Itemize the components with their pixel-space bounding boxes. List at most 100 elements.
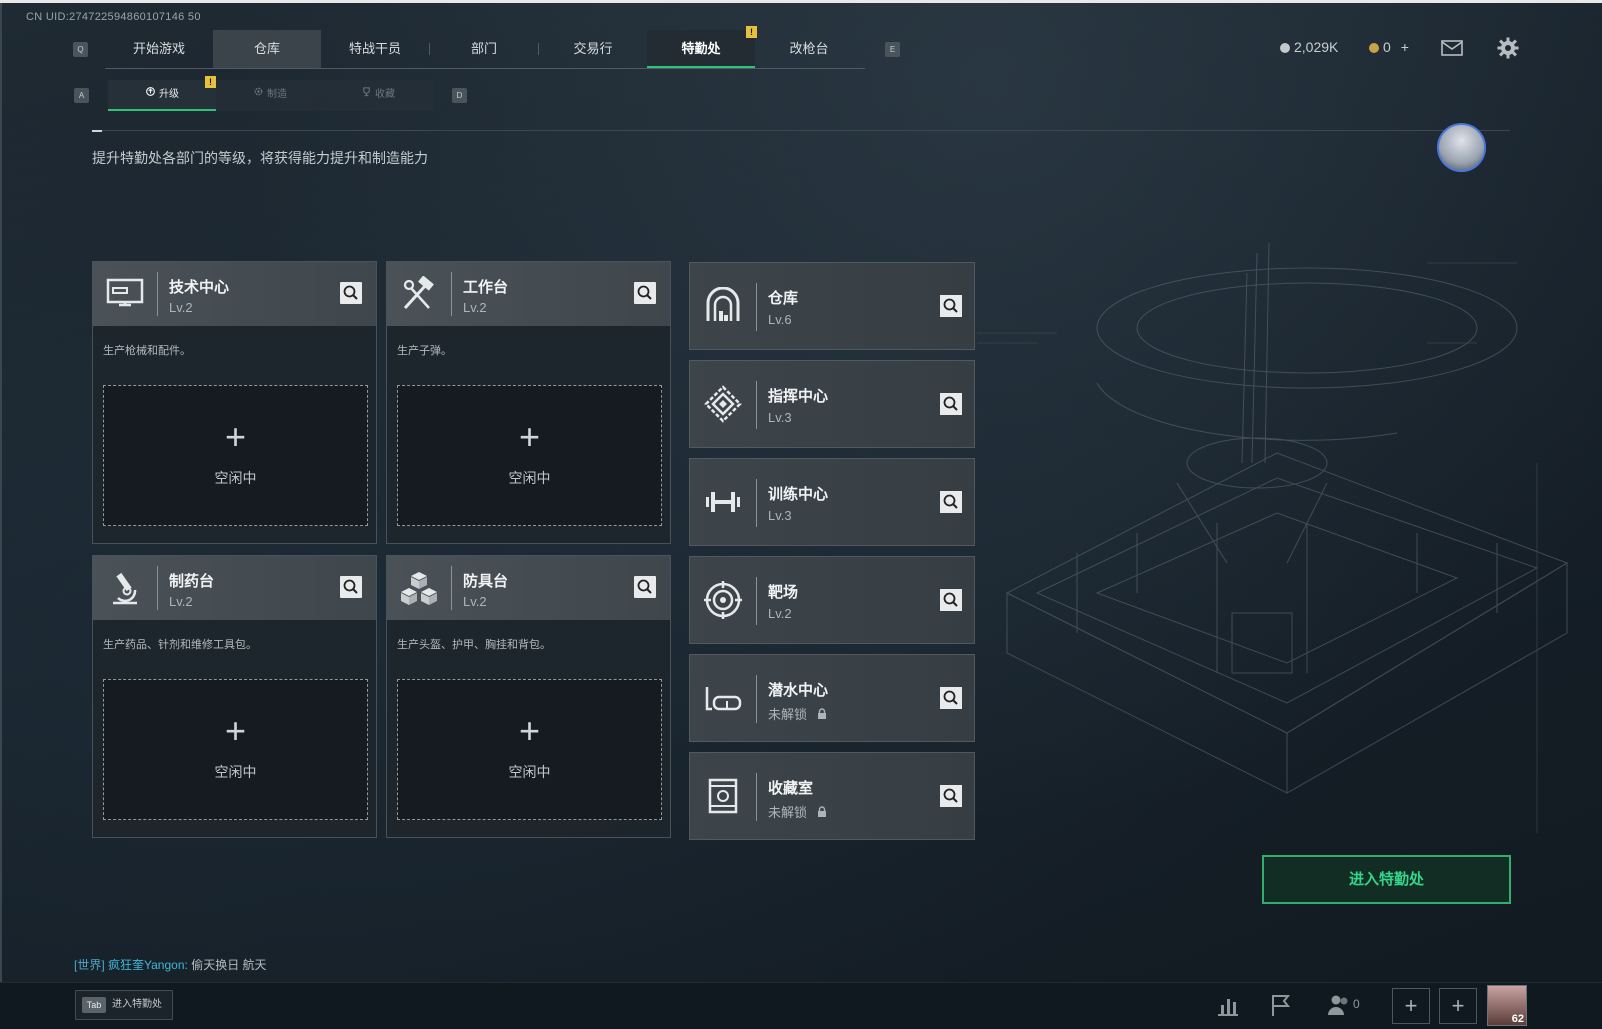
computer-icon — [106, 278, 144, 307]
tab-key: Tab — [82, 997, 106, 1013]
search-icon[interactable] — [940, 393, 962, 415]
settings-gear-icon[interactable] — [1497, 37, 1519, 59]
stats-chart-icon[interactable] — [1215, 992, 1241, 1018]
facility-name: 收藏室 — [768, 780, 814, 797]
subtab-upgrade[interactable]: 升级 — [108, 80, 216, 111]
facility-card-workbench[interactable]: 工作台 Lv.2 生产子弹。 + 空闲中 — [386, 261, 671, 544]
goggles-icon — [705, 687, 742, 711]
facility-name: 潜水中心 — [768, 682, 829, 699]
player-level: 62 — [1511, 1013, 1524, 1025]
facility-level: Lv.2 — [463, 300, 487, 315]
tab-departments[interactable]: 部门 — [430, 30, 538, 68]
facility-level: 未解锁 — [768, 805, 808, 820]
facility-level: Lv.2 — [169, 300, 193, 315]
facility-card-collection-room[interactable]: 收藏室 未解锁 — [689, 752, 975, 840]
search-icon[interactable] — [634, 282, 656, 304]
facility-description: 生产子弹。 — [397, 345, 452, 357]
header-divider-tick — [92, 130, 102, 132]
friends-icon[interactable] — [1326, 992, 1352, 1018]
mail-icon[interactable] — [1441, 40, 1463, 56]
gold-coin-icon — [1369, 43, 1379, 53]
search-icon[interactable] — [940, 785, 962, 807]
flag-icon[interactable] — [1268, 992, 1294, 1018]
tab-special-ops[interactable]: 特勤处 — [647, 30, 755, 68]
nav-prev-key-hint[interactable]: Q — [73, 42, 88, 57]
plus-icon: + — [224, 710, 247, 751]
player-avatar[interactable]: 62 — [1487, 985, 1527, 1026]
facility-card-pharmacy[interactable]: 制药台 Lv.2 生产药品、针剂和维修工具包。 + 空闲中 — [92, 555, 377, 838]
subnav-prev-key-hint[interactable]: A — [74, 88, 89, 103]
gold-add-button[interactable]: + — [1401, 39, 1409, 55]
facility-card-warehouse[interactable]: 仓库 Lv.6 — [689, 262, 975, 350]
facility-card-tech-center[interactable]: 技术中心 Lv.2 生产枪械和配件。 + 空闲中 — [92, 261, 377, 544]
card-divider — [451, 566, 452, 610]
subnav-next-key-hint[interactable]: D — [452, 88, 467, 103]
slot-status: 空闲中 — [214, 764, 257, 780]
base-schematic-art — [977, 242, 1569, 833]
chat-text: 偷天换日 航天 — [191, 958, 267, 972]
facility-level: Lv.2 — [463, 594, 487, 609]
plus-icon: + — [518, 710, 541, 751]
special-ops-alert-badge: ! — [746, 26, 757, 38]
card-divider — [756, 479, 757, 527]
page-description: 提升特勤处各部门的等级，将获得能力提升和制造能力 — [92, 150, 428, 166]
card-divider — [756, 577, 757, 625]
header-divider — [92, 130, 1510, 131]
gear-icon — [253, 80, 264, 110]
production-slot[interactable]: + 空闲中 — [103, 385, 368, 526]
facility-lock-status: 未解锁 — [768, 802, 827, 821]
search-icon[interactable] — [940, 295, 962, 317]
tab-key-hint-label: 进入特勤处 — [112, 999, 162, 1010]
cubes-icon — [401, 572, 437, 605]
tab-warehouse[interactable]: 仓库 — [213, 30, 321, 68]
search-icon[interactable] — [340, 576, 362, 598]
world-chat-message[interactable]: [世界] 疯狂奎Yangon: 偷天换日 航天 — [74, 956, 267, 973]
enter-special-ops-button[interactable]: 进入特勤处 — [1262, 855, 1511, 904]
lock-icon — [817, 806, 826, 817]
card-divider — [756, 675, 757, 723]
production-slot[interactable]: + 空闲中 — [397, 679, 662, 820]
facility-lock-status: 未解锁 — [768, 704, 827, 723]
add-squad-slot-button[interactable]: + — [1439, 988, 1477, 1024]
production-slot[interactable]: + 空闲中 — [397, 385, 662, 526]
tab-operators[interactable]: 特战干员 — [321, 30, 429, 68]
facility-card-training-center[interactable]: 训练中心 Lv.3 — [689, 458, 975, 546]
facility-card-command-center[interactable]: 指挥中心 Lv.3 — [689, 360, 975, 448]
tab-gunsmith[interactable]: 改枪台 — [755, 30, 863, 68]
player-uid: CN UID:274722594860107146 50 — [26, 11, 201, 23]
facility-name: 训练中心 — [768, 486, 829, 503]
warehouse-icon — [706, 287, 740, 321]
facility-card-diving-center[interactable]: 潜水中心 未解锁 — [689, 654, 975, 742]
facility-name: 仓库 — [768, 290, 799, 307]
card-divider — [157, 272, 158, 316]
tab-trading[interactable]: 交易行 — [539, 30, 647, 68]
facility-card-shooting-range[interactable]: 靶场 Lv.2 — [689, 556, 975, 644]
facility-description: 生产枪械和配件。 — [103, 345, 191, 357]
silver-amount: 2,029K — [1294, 39, 1339, 55]
subtab-craft[interactable]: 制造 — [216, 80, 324, 111]
sub-nav: 升级 制造 收藏 — [108, 80, 434, 111]
search-icon[interactable] — [940, 687, 962, 709]
tab-key-hint[interactable]: Tab 进入特勤处 — [75, 990, 173, 1020]
subtab-collection[interactable]: 收藏 — [324, 80, 432, 111]
nav-next-key-hint[interactable]: E — [885, 42, 900, 57]
facility-level: Lv.6 — [768, 312, 792, 327]
tab-start-game[interactable]: 开始游戏 — [105, 30, 213, 68]
friends-count: 0 — [1353, 997, 1360, 1011]
facility-description: 生产头盔、护甲、胸挂和背包。 — [397, 639, 551, 651]
search-icon[interactable] — [634, 576, 656, 598]
slot-status: 空闲中 — [508, 470, 551, 486]
npc-avatar[interactable] — [1437, 123, 1486, 172]
production-slot[interactable]: + 空闲中 — [103, 679, 368, 820]
search-icon[interactable] — [940, 589, 962, 611]
card-divider — [157, 566, 158, 610]
add-squad-slot-button[interactable]: + — [1392, 988, 1430, 1024]
facility-level: Lv.2 — [768, 606, 792, 621]
facility-card-armor-bench[interactable]: 防具台 Lv.2 生产头盔、护甲、胸挂和背包。 + 空闲中 — [386, 555, 671, 838]
search-icon[interactable] — [340, 282, 362, 304]
subtab-collection-label: 收藏 — [375, 89, 395, 100]
tools-icon — [403, 276, 434, 310]
facility-name: 制药台 — [169, 573, 215, 590]
chat-sender: 疯狂奎Yangon: — [108, 958, 188, 972]
search-icon[interactable] — [940, 491, 962, 513]
